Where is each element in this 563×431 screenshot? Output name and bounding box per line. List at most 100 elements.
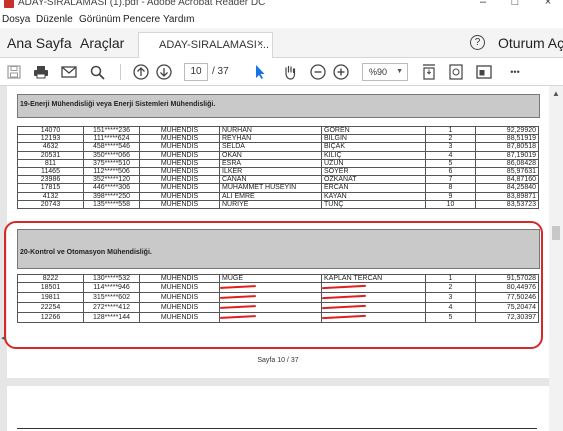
ranking-table: 14070 151*****236 MÜHENDİS NURHAN GÖREN 1 92,2…: [17, 125, 539, 209]
cell-first-name: ALİ EMRE: [219, 191, 322, 201]
menu-help[interactable]: Yardım: [163, 14, 195, 25]
print-icon[interactable]: [32, 62, 50, 82]
redaction-mark: [222, 304, 252, 311]
page-fit-icon[interactable]: [420, 62, 438, 82]
window-title: ADAY-SIRALAMASI (1).pdf - Adobe Acrobat …: [18, 0, 266, 8]
menu-file[interactable]: Dosya: [2, 14, 30, 25]
cell-score: 85,97631: [475, 166, 539, 177]
close-button[interactable]: ×: [539, 0, 557, 8]
zoom-out-icon[interactable]: [309, 62, 327, 82]
page-footer: Sayfa 10 / 37: [257, 357, 299, 364]
zoom-in-icon[interactable]: [332, 62, 350, 82]
toolbar-divider: [120, 64, 121, 80]
cell-candidate-no: 17815: [17, 183, 84, 193]
cell-score: 80,44976: [475, 282, 539, 294]
table-row: 20531 350*****066 MÜHENDİS OKAN KILIÇ 4 87,190…: [17, 150, 539, 160]
cell-score: 87,80518: [475, 142, 539, 152]
cell-rank: 1: [425, 125, 476, 136]
cell-title: MÜHENDİS: [139, 183, 220, 193]
save-icon[interactable]: [5, 62, 23, 82]
cell-rank: 6: [425, 166, 476, 177]
cell-score: 86,08428: [475, 158, 539, 168]
scroll-up-icon[interactable]: ▲: [552, 89, 560, 98]
zoom-level-select[interactable]: %90 ▼: [362, 63, 408, 81]
maximize-button[interactable]: □: [506, 0, 524, 8]
cell-title: MÜHENDİS: [139, 125, 220, 136]
select-cursor-icon[interactable]: [251, 62, 269, 82]
minimize-button[interactable]: –: [474, 0, 492, 8]
cell-first-name: CANAN: [219, 175, 322, 185]
cell-first-name: OKAN: [219, 150, 322, 160]
cell-title: MÜHENDİS: [139, 142, 220, 152]
redaction-mark: [324, 294, 362, 301]
menu-view[interactable]: Görünüm: [79, 14, 121, 25]
menu-bar: Dosya Düzenle Görünüm Pencere Yardım: [0, 12, 563, 28]
full-screen-icon[interactable]: [475, 62, 493, 82]
redaction-mark: [324, 284, 362, 291]
sign-in-link[interactable]: Oturum Aç: [498, 35, 563, 51]
cell-candidate-no: 20531: [17, 150, 84, 160]
cell-last-name: [321, 312, 426, 324]
cell-title: MÜHENDİS: [139, 282, 220, 294]
tab-home[interactable]: Ana Sayfa: [7, 35, 72, 51]
scrollbar-thumb[interactable]: [552, 226, 560, 240]
cell-first-name: NURHAN: [219, 125, 322, 136]
tab-document[interactable]: ADAY-SIRALAMASI ... ×: [138, 32, 273, 58]
redaction-mark: [324, 314, 362, 321]
cell-tc-id: 352*****120: [83, 175, 140, 185]
email-icon[interactable]: [60, 62, 78, 82]
table-row: 20743 135*****558 MÜHENDİS NURİYE TUNÇ 10 83,5…: [17, 199, 539, 209]
cell-score: 83,89871: [475, 191, 539, 201]
table-row: 12266 128*****144 MÜHENDİS 5 72,30397: [17, 312, 539, 324]
hand-tool-icon[interactable]: [280, 62, 300, 82]
table-row: 17815 446*****306 MÜHENDİS MUHAMMET HÜSEYİN…: [17, 183, 539, 193]
panel-handle-left[interactable]: ◂: [1, 334, 5, 342]
cell-rank: 3: [425, 142, 476, 152]
cell-first-name: İLKER: [219, 166, 322, 177]
section-header: 19-Enerji Mühendisliği veya Enerji Siste…: [17, 94, 540, 118]
cell-candidate-no: 23986: [17, 175, 84, 185]
cell-score: 84,87160: [475, 175, 539, 185]
cell-candidate-no: 4632: [17, 142, 84, 152]
previous-page-icon[interactable]: [132, 62, 150, 82]
table-row: 18501 114*****946 MÜHENDİS 2 80,44976: [17, 282, 539, 294]
cell-last-name: ÖZKANAT: [321, 175, 426, 185]
cell-last-name: ERCAN: [321, 183, 426, 193]
cell-last-name: BIÇAK: [321, 142, 426, 152]
redaction-mark: [222, 284, 252, 291]
cell-rank: 2: [425, 134, 476, 144]
cell-candidate-no: 14070: [17, 125, 84, 136]
help-icon[interactable]: ?: [470, 35, 485, 50]
cell-last-name: KAPLAN TERCAN: [321, 273, 426, 284]
table-row: 23986 352*****120 MÜHENDİS CANAN ÖZKANAT 7 84,…: [17, 175, 539, 185]
page-total: / 37: [212, 66, 229, 77]
table-row: 22254 272*****412 MÜHENDİS 4 75,20474: [17, 302, 539, 314]
table-row: 4632 458*****546 MÜHENDİS SELDA BIÇAK 3 87,805…: [17, 142, 539, 152]
cell-candidate-no: 12266: [17, 312, 84, 324]
cell-last-name: [321, 302, 426, 314]
cell-last-name: TUNÇ: [321, 199, 426, 209]
menu-window[interactable]: Pencere: [123, 14, 160, 25]
section-header: 20-Kontrol ve Otomasyon Mühendisliği.: [17, 229, 540, 269]
next-page-icon[interactable]: [155, 62, 173, 82]
close-tab-icon[interactable]: ×: [257, 38, 263, 50]
menu-edit[interactable]: Düzenle: [36, 14, 73, 25]
vertical-scrollbar[interactable]: ▲: [549, 86, 563, 431]
more-tools-icon[interactable]: •••: [505, 62, 525, 82]
cell-tc-id: 458*****546: [83, 142, 140, 152]
cell-score: 88,51919: [475, 134, 539, 144]
rotate-view-icon[interactable]: [447, 62, 465, 82]
document-viewer[interactable]: 19-Enerji Mühendisliği veya Enerji Siste…: [0, 86, 563, 431]
cell-tc-id: 446*****306: [83, 183, 140, 193]
cell-score: 83,53723: [475, 199, 539, 209]
page-number-input[interactable]: 10: [184, 63, 208, 81]
cell-rank: 5: [425, 312, 476, 324]
tab-tools[interactable]: Araçlar: [80, 35, 124, 51]
cell-tc-id: 135*****558: [83, 199, 140, 209]
cell-first-name: NURİYE: [219, 199, 322, 209]
cell-score: 75,20474: [475, 302, 539, 314]
cell-score: 84,25840: [475, 183, 539, 193]
cell-title: MÜHENDİS: [139, 302, 220, 314]
document-tab-label: ADAY-SIRALAMASI ...: [159, 39, 270, 51]
search-icon[interactable]: [88, 62, 106, 82]
